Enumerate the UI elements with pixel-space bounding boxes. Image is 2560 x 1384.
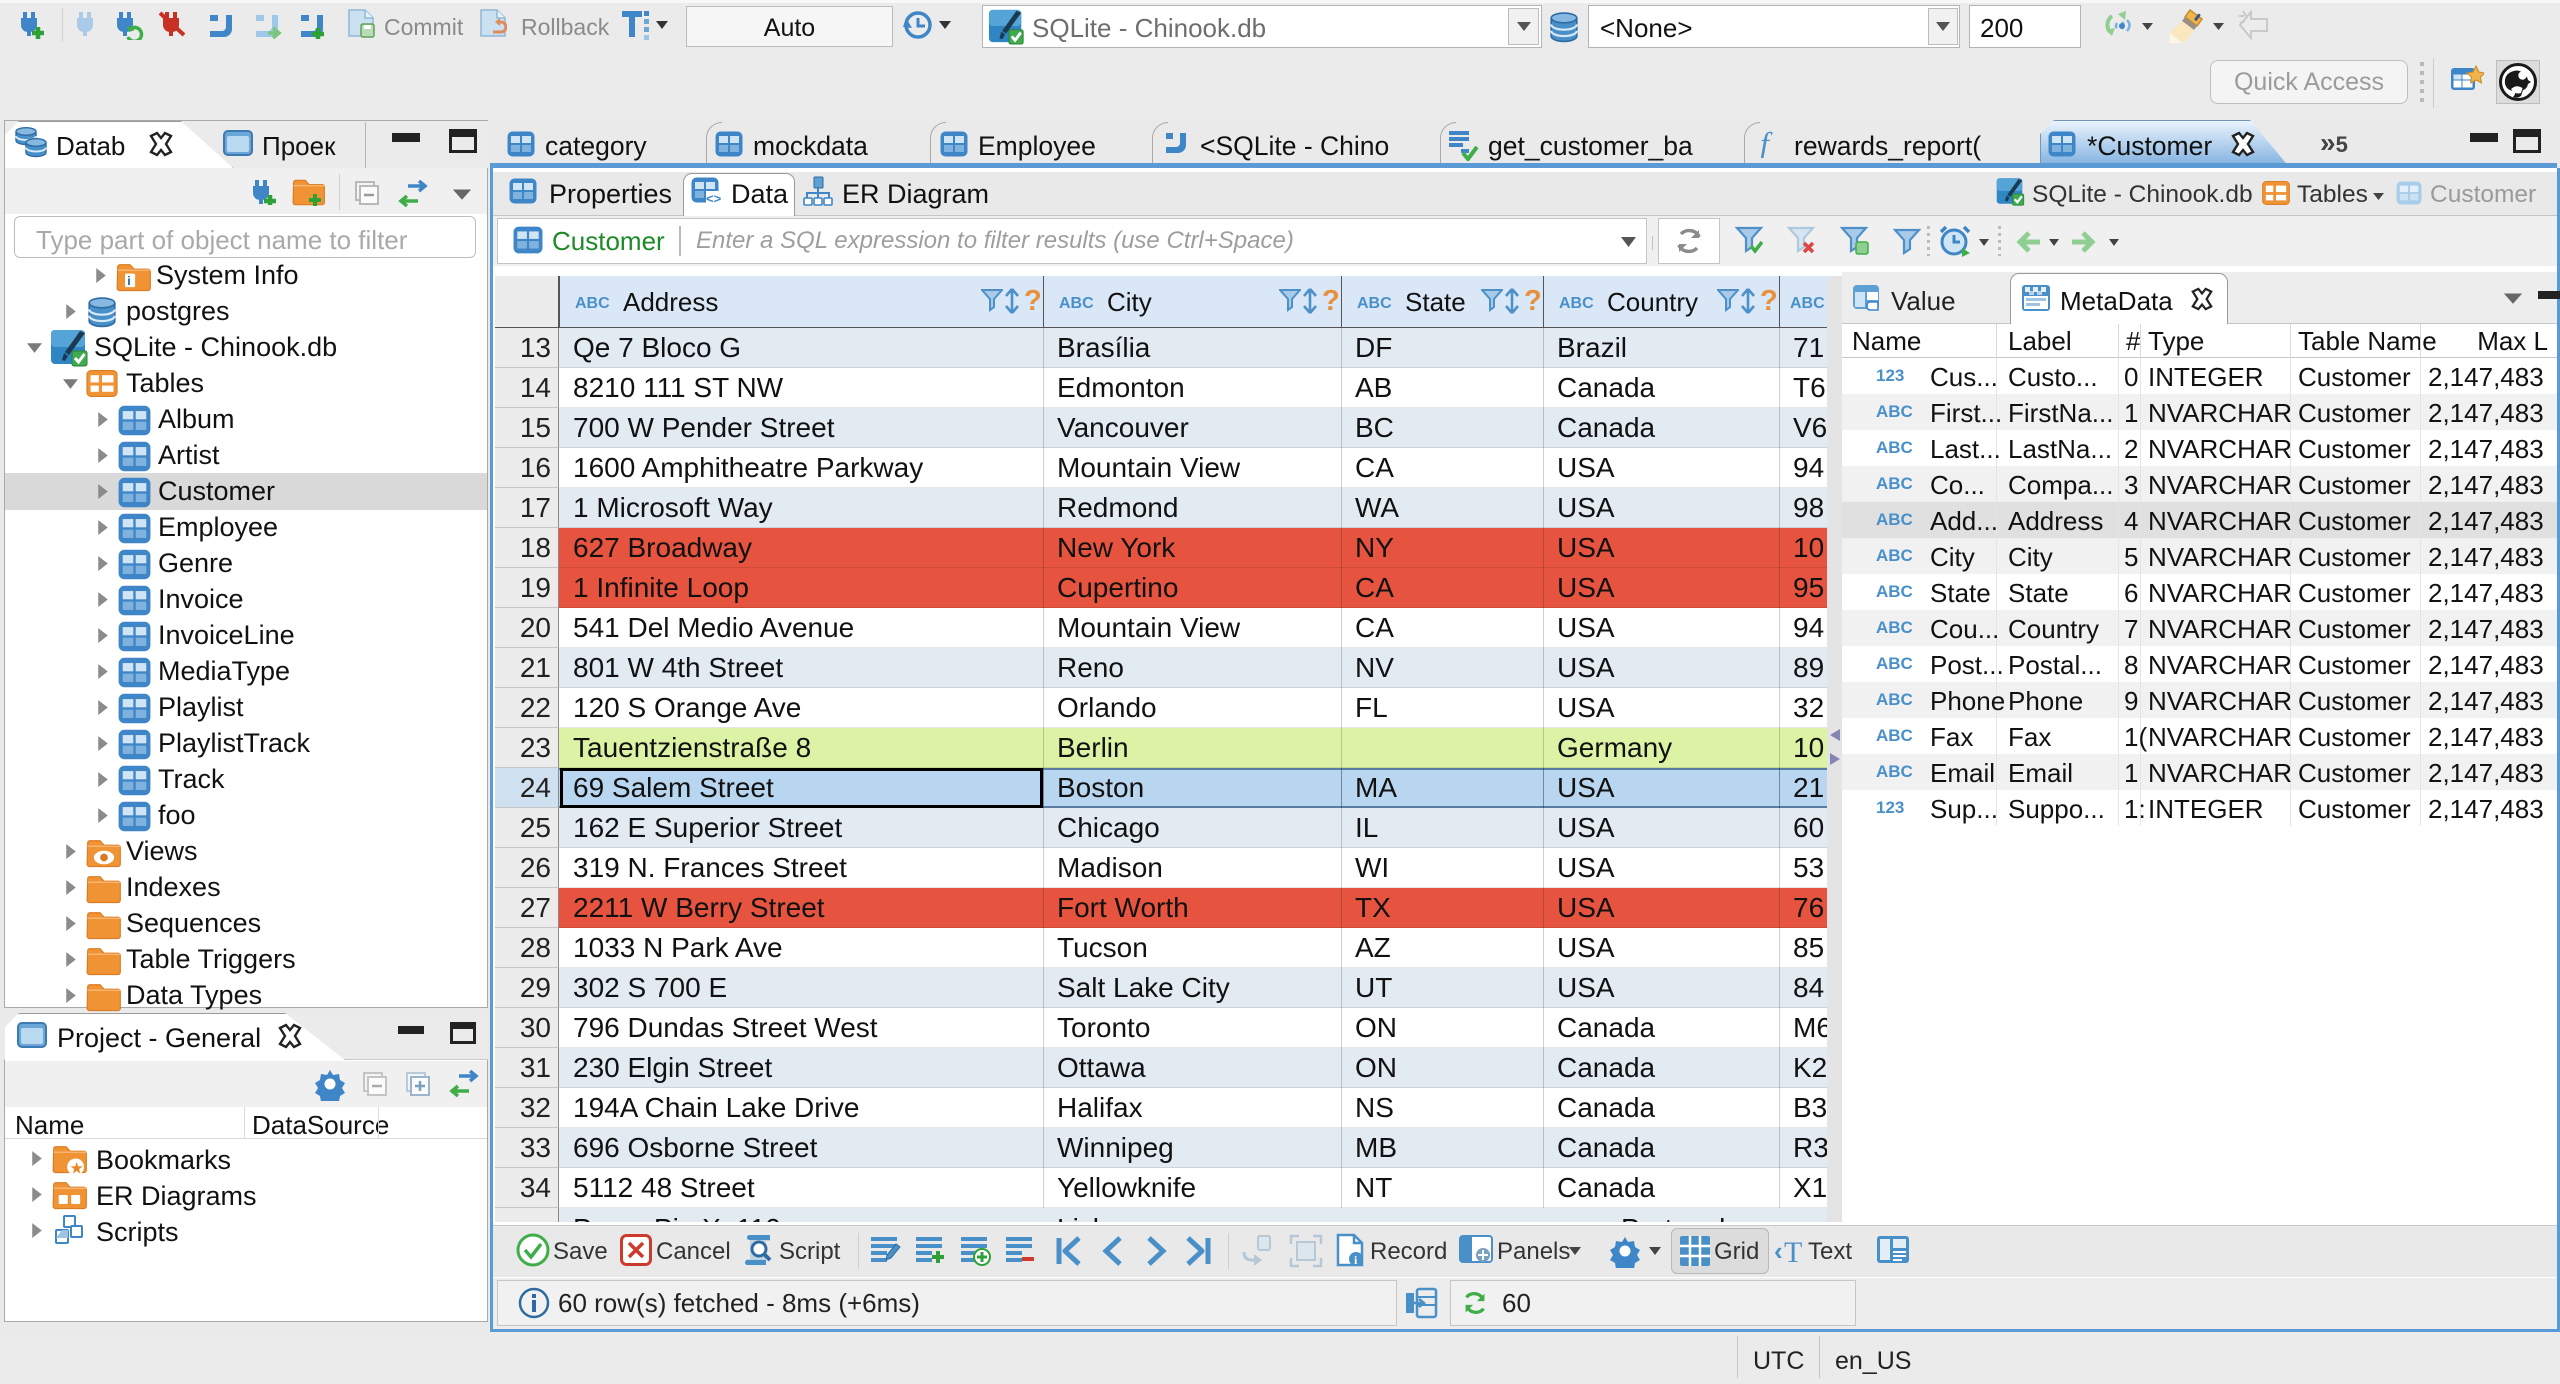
svg-text:i: i bbox=[127, 274, 130, 288]
svg-text:f: f bbox=[1760, 128, 1773, 158]
svg-text:T: T bbox=[1784, 1236, 1802, 1266]
svg-text:<>: <> bbox=[706, 191, 721, 205]
svg-text:‹: ‹ bbox=[1774, 1236, 1783, 1266]
svg-text:★: ★ bbox=[69, 1161, 83, 1174]
